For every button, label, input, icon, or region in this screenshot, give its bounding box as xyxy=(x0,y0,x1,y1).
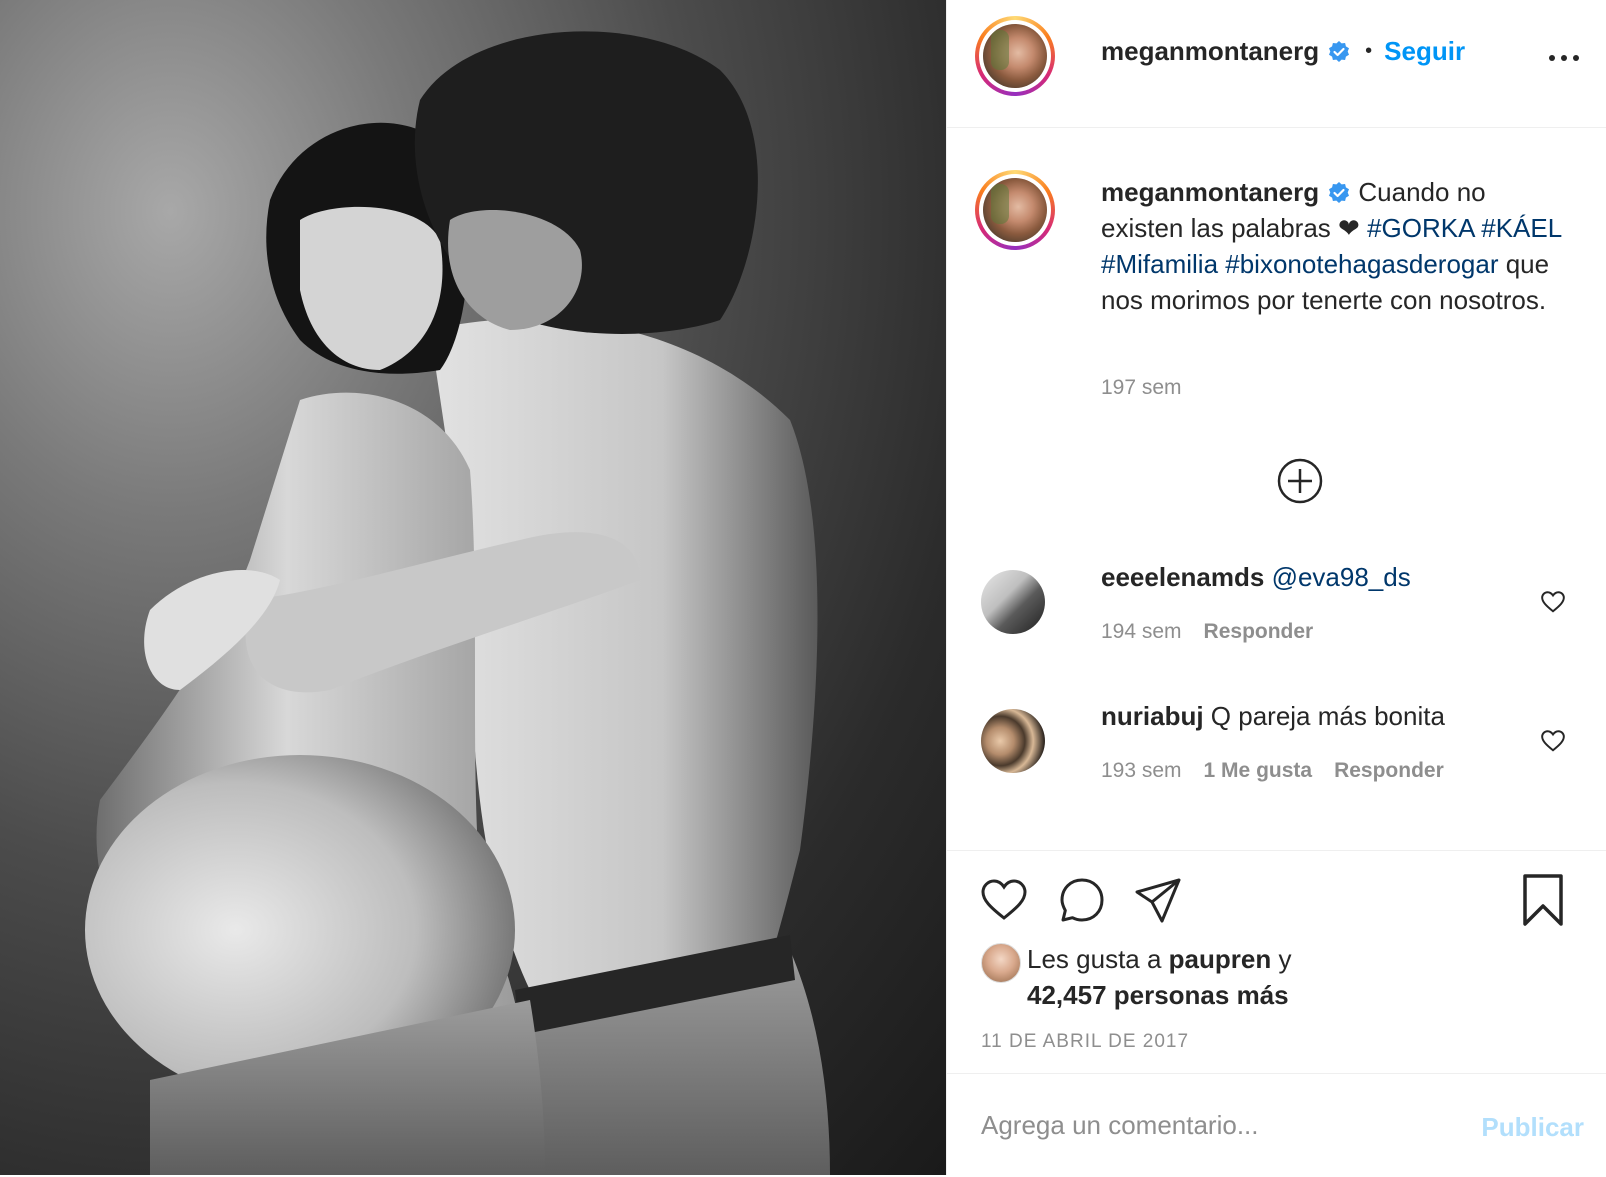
plus-circle-icon[interactable] xyxy=(1277,458,1323,504)
comment-avatar[interactable] xyxy=(981,709,1045,773)
comment-likes-count[interactable]: 1 Me gusta xyxy=(1204,759,1313,782)
comment-meta: 194 sem Responder xyxy=(1101,620,1335,644)
post-date[interactable]: 11 DE ABRIL DE 2017 xyxy=(981,1031,1189,1053)
hashtag-link[interactable]: #KÁEL xyxy=(1481,213,1561,243)
share-send-icon[interactable] xyxy=(1133,875,1183,925)
comment-mention[interactable]: @eva98_ds xyxy=(1272,562,1411,592)
likes-text: Les gusta a paupren y 42,457 personas má… xyxy=(1027,941,1291,1013)
comment-bubble-icon[interactable] xyxy=(1057,875,1107,925)
likes-count[interactable]: 42,457 personas más xyxy=(1027,980,1289,1010)
avatar-image xyxy=(983,178,1047,242)
comment-username[interactable]: eeeelenamds xyxy=(1101,562,1264,592)
instagram-post: meganmontanerg • Seguir meganmontanerg C… xyxy=(0,0,1606,1175)
header-separator: • xyxy=(1365,40,1373,62)
hashtag-link[interactable]: #bixonotehagasderogar xyxy=(1225,249,1498,279)
like-heart-icon[interactable] xyxy=(979,875,1029,925)
liker-username[interactable]: paupren xyxy=(1169,944,1272,974)
caption-username[interactable]: meganmontanerg xyxy=(1101,177,1319,207)
comment-username[interactable]: nuriabuj xyxy=(1101,701,1204,731)
caption-text: meganmontanerg Cuando no existen las pal… xyxy=(1101,174,1571,318)
comment-time[interactable]: 193 sem xyxy=(1101,759,1182,782)
post-actions: Les gusta a paupren y 42,457 personas má… xyxy=(947,850,1606,1175)
liker-avatar[interactable] xyxy=(981,943,1021,983)
comment-text: Q pareja más bonita xyxy=(1210,701,1445,731)
likes-prefix: Les gusta a xyxy=(1027,944,1162,974)
post-header: meganmontanerg • Seguir xyxy=(947,0,1606,128)
couple-photo-illustration xyxy=(85,31,830,1175)
follow-button[interactable]: Seguir xyxy=(1384,36,1465,67)
comment-body: eeeelenamds @eva98_ds xyxy=(1101,560,1411,594)
comment-like-heart-icon[interactable] xyxy=(1540,589,1566,615)
header-avatar[interactable] xyxy=(975,16,1055,96)
hashtag-link[interactable]: #Mifamilia xyxy=(1101,249,1218,279)
comment-like-heart-icon[interactable] xyxy=(1540,728,1566,754)
comment-input[interactable] xyxy=(981,1110,1441,1141)
likes-conjunction: y xyxy=(1278,944,1292,974)
publish-button[interactable]: Publicar xyxy=(1481,1112,1584,1143)
save-bookmark-icon[interactable] xyxy=(1521,873,1565,927)
post-sidebar: meganmontanerg • Seguir meganmontanerg C… xyxy=(946,0,1606,1175)
reply-button[interactable]: Responder xyxy=(1334,759,1444,782)
comment-body: nuriabuj Q pareja más bonita xyxy=(1101,699,1445,733)
hashtag-link[interactable]: #GORKA xyxy=(1367,213,1474,243)
verified-badge-icon xyxy=(1329,40,1350,62)
heart-emoji: ❤ xyxy=(1338,213,1360,243)
more-horizontal-icon[interactable] xyxy=(1548,52,1580,64)
comment-meta: 193 sem 1 Me gusta Responder xyxy=(1101,759,1466,783)
verified-badge-icon xyxy=(1329,182,1350,203)
caption-avatar[interactable] xyxy=(975,170,1055,250)
caption-timestamp[interactable]: 197 sem xyxy=(1101,376,1182,400)
add-comment-bar: Publicar xyxy=(947,1073,1606,1177)
reply-button[interactable]: Responder xyxy=(1204,620,1314,643)
header-username[interactable]: meganmontanerg xyxy=(1101,36,1319,67)
comment-time[interactable]: 194 sem xyxy=(1101,620,1182,643)
avatar-image xyxy=(983,24,1047,88)
post-photo[interactable] xyxy=(0,0,946,1175)
comment-avatar[interactable] xyxy=(981,570,1045,634)
